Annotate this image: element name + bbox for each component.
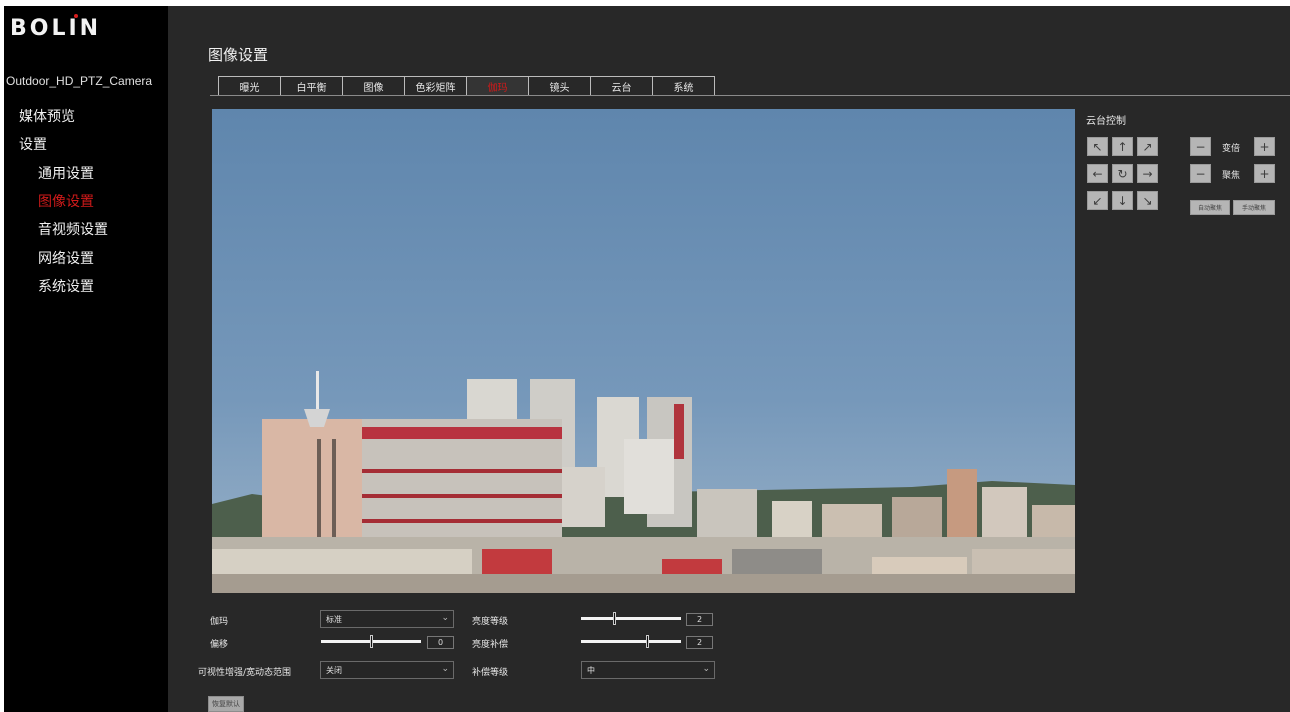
focus-label: 聚焦 (1222, 171, 1241, 181)
chevron-down-icon: ⌄ (702, 664, 710, 674)
nav-general-settings[interactable]: 通用设置 (38, 163, 94, 183)
nav-media-preview[interactable]: 媒体预览 (19, 106, 75, 126)
camera-scene-image (212, 109, 1075, 593)
pan-right-button[interactable]: → (1137, 164, 1158, 183)
ptz-control-title: 云台控制 (1086, 116, 1126, 127)
tab-white-balance[interactable]: 白平衡 (280, 76, 343, 96)
wdr-select[interactable]: 关闭 ⌄ (320, 661, 454, 679)
restore-default-button[interactable]: 恢复默认 (208, 696, 244, 712)
tilt-down-button[interactable]: ↓ (1112, 191, 1133, 210)
brightness-comp-label: 亮度补偿 (472, 640, 509, 650)
wdr-select-value: 关闭 (326, 665, 342, 675)
video-preview[interactable] (212, 109, 1075, 593)
offset-value-box[interactable]: 0 (427, 636, 454, 649)
offset-slider-thumb[interactable] (370, 635, 373, 648)
gamma-label: 伽玛 (210, 617, 229, 627)
nav-settings[interactable]: 设置 (19, 134, 47, 154)
bolin-logo: BOLIN (10, 14, 102, 41)
brightness-level-slider-track (581, 617, 681, 620)
page-title: 图像设置 (208, 46, 269, 64)
plus-icon: + (1259, 139, 1270, 154)
tab-lens[interactable]: 镜头 (528, 76, 591, 96)
brightness-level-value-box[interactable]: 2 (686, 613, 713, 626)
nav-network-settings[interactable]: 网络设置 (38, 248, 94, 268)
arrow-down-left-icon: ↙ (1092, 193, 1103, 208)
auto-focus-button[interactable]: 自动聚焦 (1190, 200, 1230, 215)
ptz-home-button[interactable]: ↻ (1112, 164, 1133, 183)
sidebar: BOLIN Outdoor_HD_PTZ_Camera 媒体预览 设置 通用设置… (4, 6, 168, 712)
chevron-down-icon: ⌄ (441, 613, 449, 623)
pan-left-button[interactable]: ← (1087, 164, 1108, 183)
arrow-left-icon: ← (1092, 166, 1103, 181)
offset-slider[interactable] (321, 635, 421, 648)
offset-label: 偏移 (210, 640, 229, 650)
comp-level-label: 补偿等级 (472, 668, 509, 678)
wdr-label: 可视性增强/宽动态范围 (198, 668, 292, 678)
home-reset-icon: ↻ (1117, 166, 1128, 181)
brightness-comp-slider-track (581, 640, 681, 643)
plus-icon: + (1259, 166, 1270, 181)
brightness-comp-value-box[interactable]: 2 (686, 636, 713, 649)
tab-exposure[interactable]: 曝光 (218, 76, 281, 96)
brightness-level-label: 亮度等级 (472, 617, 509, 627)
logo-dot (74, 14, 78, 18)
brightness-comp-slider[interactable] (581, 635, 681, 648)
brightness-level-slider-thumb[interactable] (613, 612, 616, 625)
zoom-label: 变倍 (1222, 144, 1241, 154)
zoom-out-button[interactable]: − (1190, 137, 1211, 156)
pan-up-right-button[interactable]: ↗ (1137, 137, 1158, 156)
arrow-up-icon: ↑ (1117, 139, 1128, 154)
manual-focus-button[interactable]: 手动聚焦 (1233, 200, 1275, 215)
pan-down-right-button[interactable]: ↘ (1137, 191, 1158, 210)
pan-up-left-button[interactable]: ↖ (1087, 137, 1108, 156)
tilt-up-button[interactable]: ↑ (1112, 137, 1133, 156)
focus-near-button[interactable]: − (1190, 164, 1211, 183)
zoom-in-button[interactable]: + (1254, 137, 1275, 156)
arrow-up-right-icon: ↗ (1142, 139, 1153, 154)
tab-system[interactable]: 系统 (652, 76, 715, 96)
arrow-right-icon: → (1142, 166, 1153, 181)
tab-color-matrix[interactable]: 色彩矩阵 (404, 76, 467, 96)
brightness-comp-slider-thumb[interactable] (646, 635, 649, 648)
comp-level-select-value: 中 (587, 665, 595, 675)
gamma-select[interactable]: 标准 ⌄ (320, 610, 454, 628)
nav-image-settings[interactable]: 图像设置 (38, 191, 94, 211)
settings-tabs: 曝光 白平衡 图像 色彩矩阵 伽玛 镜头 云台 系统 (218, 76, 715, 96)
arrow-down-icon: ↓ (1117, 193, 1128, 208)
device-name: Outdoor_HD_PTZ_Camera (6, 74, 153, 88)
tab-ptz[interactable]: 云台 (590, 76, 653, 96)
brightness-level-slider[interactable] (581, 612, 681, 625)
arrow-down-right-icon: ↘ (1142, 193, 1153, 208)
app-frame: BOLIN Outdoor_HD_PTZ_Camera 媒体预览 设置 通用设置… (4, 6, 1290, 712)
nav-system-settings[interactable]: 系统设置 (38, 276, 94, 296)
gamma-select-value: 标准 (326, 614, 342, 624)
minus-icon: − (1195, 139, 1206, 154)
comp-level-select[interactable]: 中 ⌄ (581, 661, 715, 679)
tab-image[interactable]: 图像 (342, 76, 405, 96)
nav-av-settings[interactable]: 音视频设置 (38, 219, 108, 239)
arrow-up-left-icon: ↖ (1092, 139, 1103, 154)
focus-far-button[interactable]: + (1254, 164, 1275, 183)
chevron-down-icon: ⌄ (441, 664, 449, 674)
tab-gamma[interactable]: 伽玛 (466, 76, 529, 96)
minus-icon: − (1195, 166, 1206, 181)
pan-down-left-button[interactable]: ↙ (1087, 191, 1108, 210)
tab-divider (210, 95, 1290, 96)
